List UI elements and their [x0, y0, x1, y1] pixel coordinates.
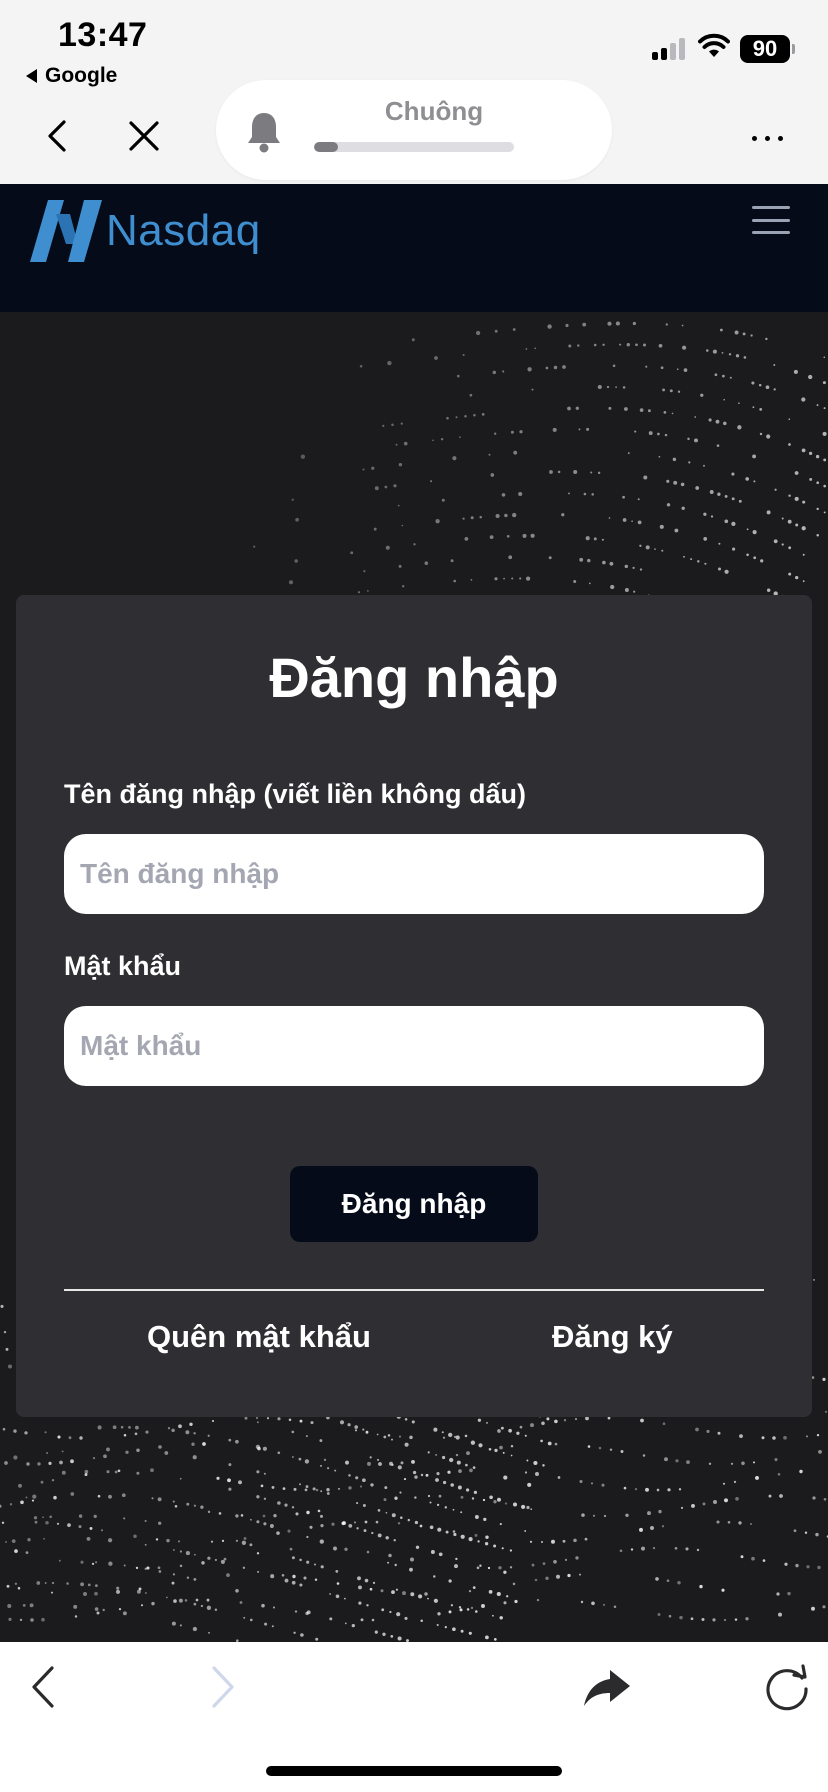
home-indicator [266, 1766, 562, 1776]
share-icon[interactable] [582, 1662, 632, 1712]
browser-nav-bar: Chuông [0, 80, 828, 184]
status-bar: 13:47 Google 90 [0, 0, 828, 92]
battery-indicator: 90 [740, 35, 795, 63]
nasdaq-logo-icon [30, 200, 102, 262]
status-time: 13:47 [58, 16, 148, 54]
load-progress-bar [314, 142, 514, 152]
load-progress-fill [314, 142, 338, 152]
cellular-signal-icon [652, 38, 685, 60]
site-header: Nasdaq [0, 184, 828, 312]
password-label: Mật khẩu [64, 951, 182, 981]
notification-pill[interactable]: Chuông [216, 80, 612, 180]
reload-icon[interactable] [762, 1662, 812, 1712]
back-triangle-icon [26, 69, 37, 83]
back-to-app-link[interactable]: Google [26, 64, 117, 88]
login-title: Đăng nhập [269, 646, 559, 709]
login-card: Đăng nhập Tên đăng nhập (viết liền không… [16, 595, 812, 1417]
more-icon[interactable] [752, 136, 783, 141]
pill-title: Chuông [384, 96, 484, 126]
close-icon[interactable] [126, 118, 162, 154]
forward-arrow-icon[interactable] [202, 1662, 242, 1712]
card-divider [64, 1289, 764, 1291]
password-input[interactable] [64, 1006, 764, 1086]
logo-text: Nasdaq [106, 206, 261, 255]
username-label: Tên đăng nhập (viết liền không dấu) [64, 779, 527, 809]
hamburger-menu-icon[interactable] [752, 206, 790, 234]
wifi-icon [698, 33, 730, 57]
login-button[interactable]: Đăng nhập [290, 1166, 538, 1242]
register-link[interactable]: Đăng ký [552, 1319, 673, 1355]
back-arrow-icon[interactable] [24, 1662, 64, 1712]
username-input[interactable] [64, 834, 764, 914]
forgot-password-link[interactable]: Quên mật khẩu [147, 1319, 371, 1355]
chevron-left-icon[interactable] [40, 118, 76, 154]
back-app-label: Google [45, 64, 118, 87]
nasdaq-logo[interactable]: Nasdaq [30, 200, 261, 262]
